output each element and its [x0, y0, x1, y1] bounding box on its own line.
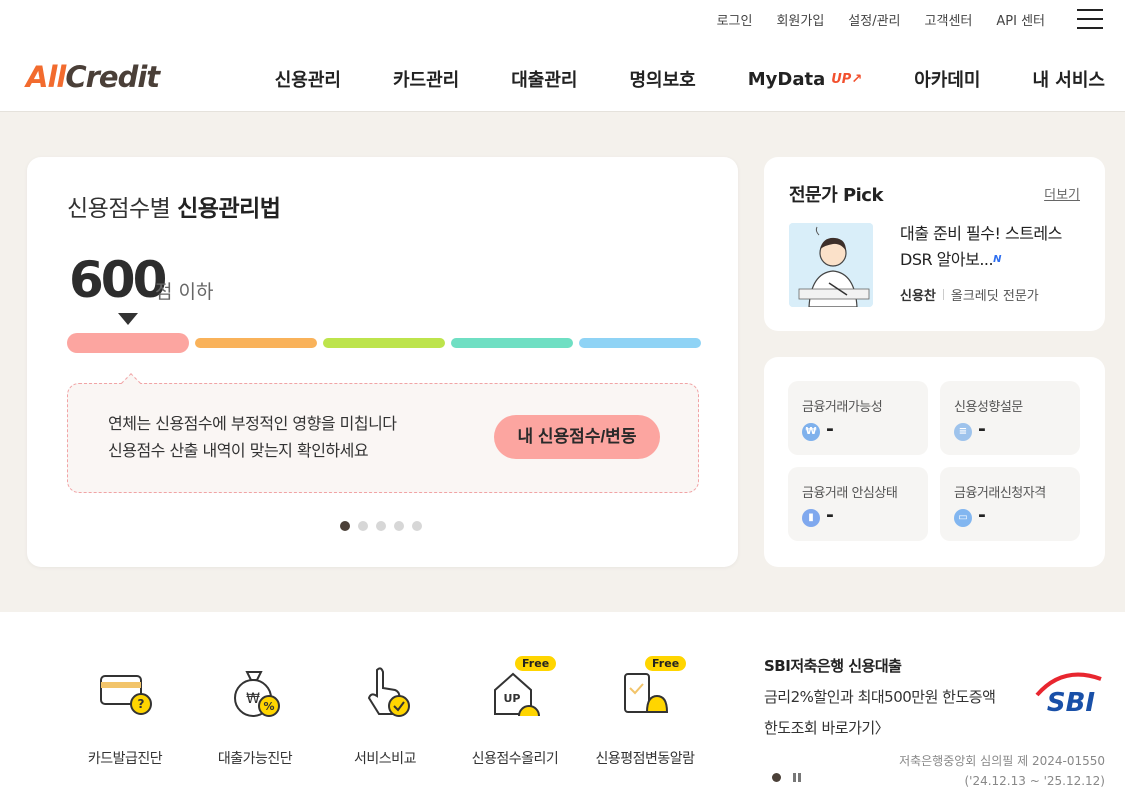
- service-card-diagnosis[interactable]: ? 카드발급진단: [60, 660, 190, 768]
- score-range-bar[interactable]: [195, 338, 317, 348]
- card-title: 신용점수별 신용관리법: [67, 196, 281, 222]
- service-shortcuts: ? 카드발급진단 ₩ % 대출가능진단 서비스비교 Free UP 신용점수올리…: [60, 656, 710, 768]
- svg-text:SBI: SBI: [1047, 688, 1096, 715]
- svg-text:₩: ₩: [246, 691, 260, 707]
- nav-loan-management[interactable]: 대출관리: [511, 66, 577, 92]
- score-range-bar[interactable]: [451, 338, 573, 348]
- nav-mydata-label: MyData: [747, 68, 826, 90]
- settings-link[interactable]: 설정/관리: [848, 10, 900, 29]
- expert-pick-card: 전문가 Pick 더보기 대출 준비 필수! 스트레스 DSR 알아보...N …: [764, 157, 1105, 331]
- hand-check-icon: [355, 660, 415, 720]
- score-value: 600: [69, 251, 167, 309]
- tile-credit-survey[interactable]: 신용성향설문 ≡ -: [940, 381, 1080, 455]
- expert-author: 신용찬 올크레딧 전문가: [900, 289, 1039, 304]
- signup-link[interactable]: 회원가입: [776, 10, 824, 29]
- api-center-link[interactable]: API 센터: [996, 10, 1045, 29]
- won-icon: ₩: [802, 423, 820, 441]
- score-pointer-icon: [118, 313, 138, 325]
- tile-safety-status[interactable]: 금융거래 안심상태 ▮ -: [788, 467, 928, 541]
- tile-transaction-possibility[interactable]: 금융거래가능성 ₩ -: [788, 381, 928, 455]
- score-range-bar[interactable]: [67, 333, 189, 353]
- slide-dot[interactable]: [376, 521, 386, 531]
- tile-application-eligibility[interactable]: 금융거래신청자격 ▭ -: [940, 467, 1080, 541]
- phone-bell-icon: Free: [615, 656, 687, 720]
- nav-items: 신용관리 카드관리 대출관리 명의보호 MyData UP↗ 아카데미 내 서비…: [223, 66, 1105, 92]
- id-card-icon: ▭: [954, 509, 972, 527]
- nav-credit-management[interactable]: 신용관리: [275, 66, 341, 92]
- sbi-logo-icon: SBI: [1033, 669, 1103, 718]
- slide-dot[interactable]: [358, 521, 368, 531]
- hero-section: 신용점수별 신용관리법 600 점 이하 연체는 신용점수에 부정적인 영향을 …: [0, 112, 1125, 612]
- service-score-alarm[interactable]: Free 신용평점변동알람: [580, 656, 710, 768]
- slide-dot[interactable]: [340, 521, 350, 531]
- allcredit-logo[interactable]: AllCredit: [26, 60, 160, 94]
- expert-article-headline[interactable]: 대출 준비 필수! 스트레스 DSR 알아보...N: [900, 221, 1080, 273]
- nav-my-service[interactable]: 내 서비스: [1032, 66, 1105, 92]
- svg-text:?: ?: [138, 697, 145, 711]
- score-range-bars: [67, 333, 701, 353]
- up-arrow-icon: UP↗: [831, 71, 863, 87]
- nav-card-management[interactable]: 카드관리: [393, 66, 459, 92]
- customer-center-link[interactable]: 고객센터: [925, 10, 973, 29]
- svg-text:UP: UP: [504, 692, 521, 705]
- sbi-ad-banner[interactable]: SBI저축은행 신용대출 금리2%할인과 최대500만원 한도증액 한도조회 바…: [764, 655, 1105, 795]
- advice-box-tip: [121, 373, 141, 393]
- my-credit-score-button[interactable]: 내 신용점수/변동: [494, 415, 660, 459]
- card-question-icon: ?: [95, 660, 155, 720]
- document-icon: ≡: [954, 423, 972, 441]
- pause-icon[interactable]: [793, 773, 801, 782]
- expert-pick-title: 전문가 Pick: [789, 185, 883, 206]
- free-badge: Free: [645, 656, 687, 671]
- slide-dot[interactable]: [394, 521, 404, 531]
- main-navigation: AllCredit 신용관리 카드관리 대출관리 명의보호 MyData UP↗…: [0, 48, 1125, 112]
- nav-academy[interactable]: 아카데미: [914, 66, 980, 92]
- bar-chart-icon: ▮: [802, 509, 820, 527]
- service-raise-score[interactable]: Free UP 신용점수올리기: [450, 656, 580, 768]
- ad-controls: [772, 773, 801, 782]
- house-up-icon: Free UP: [485, 656, 557, 720]
- service-compare[interactable]: 서비스비교: [320, 660, 450, 768]
- credit-info-card: 금융거래가능성 ₩ - 신용성향설문 ≡ - 금융거래 안심상태 ▮ - 금융거…: [764, 357, 1105, 567]
- credit-score-card: 신용점수별 신용관리법 600 점 이하 연체는 신용점수에 부정적인 영향을 …: [27, 157, 738, 567]
- svg-text:%: %: [263, 700, 274, 713]
- slide-dot[interactable]: [412, 521, 422, 531]
- score-range-bar[interactable]: [579, 338, 701, 348]
- money-bag-icon: ₩ %: [225, 660, 285, 720]
- utility-links: 로그인 회원가입 설정/관리 고객센터 API 센터: [717, 10, 1045, 29]
- service-loan-diagnosis[interactable]: ₩ % 대출가능진단: [190, 660, 320, 768]
- free-badge: Free: [515, 656, 557, 671]
- nav-identity-protection[interactable]: 명의보호: [630, 66, 696, 92]
- ad-link[interactable]: 한도조회 바로가기〉: [764, 717, 1105, 738]
- login-link[interactable]: 로그인: [717, 10, 753, 29]
- ad-dot[interactable]: [772, 773, 781, 782]
- expert-article-thumbnail[interactable]: [789, 223, 873, 307]
- advice-text: 연체는 신용점수에 부정적인 영향을 미칩니다 신용점수 산출 내역이 맞는지 …: [108, 414, 397, 460]
- top-utility-bar: 로그인 회원가입 설정/관리 고객센터 API 센터: [0, 0, 1125, 40]
- slide-pagination: [340, 521, 422, 531]
- nav-mydata[interactable]: MyData UP↗: [748, 66, 862, 92]
- more-link[interactable]: 더보기: [1044, 184, 1080, 203]
- advice-box: 연체는 신용점수에 부정적인 영향을 미칩니다 신용점수 산출 내역이 맞는지 …: [67, 373, 699, 493]
- score-suffix: 점 이하: [155, 281, 214, 303]
- score-range-bar[interactable]: [323, 338, 445, 348]
- ad-review-notice: 저축은행중앙회 심의필 제 2024-01550 ('24.12.13 ~ '2…: [899, 754, 1105, 788]
- new-badge-icon: N: [993, 254, 1001, 265]
- hamburger-menu-icon[interactable]: [1077, 9, 1103, 29]
